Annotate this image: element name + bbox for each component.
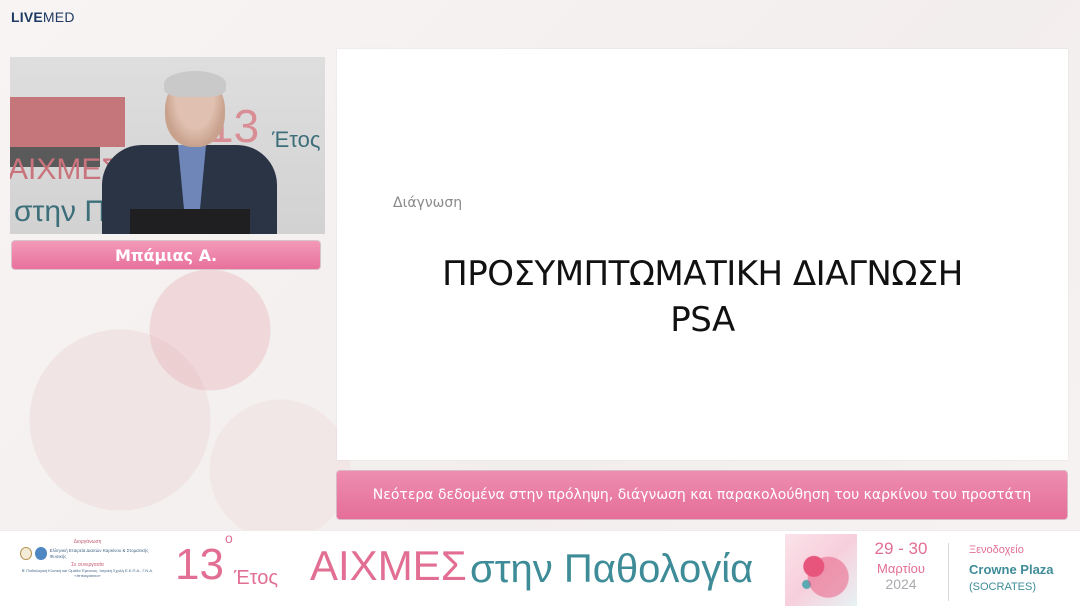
banner-stin-pathologia: στην Παθολογία xyxy=(470,547,754,591)
talk-caption: Νεότερα δεδομένα στην πρόληψη, διάγνωση … xyxy=(372,487,1032,503)
banner-artwork xyxy=(785,534,857,606)
organizer-row: Ελληνική Εταιρεία Διαιτών Καρκίνου & Στο… xyxy=(20,547,155,560)
banner-days: 29 - 30 xyxy=(874,539,928,558)
venue-label: Ξενοδοχείο xyxy=(969,544,1024,556)
venue-sub: (SOCRATES) xyxy=(969,581,1037,593)
logo-med: MED xyxy=(42,9,75,25)
banner-degree: ο xyxy=(224,530,233,547)
speaker-video: 13 Έτος ΑΙΧΜΕΣ στην Π xyxy=(10,57,325,234)
organizer-name: Ελληνική Εταιρεία Διαιτών Καρκίνου & Στο… xyxy=(49,548,149,559)
banner-divider xyxy=(948,543,949,601)
organizers-block: Διοργάνωση Ελληνική Εταιρεία Διαιτών Καρ… xyxy=(20,539,155,605)
slide-title-line2: PSA xyxy=(670,300,735,340)
organizer-logo-icon xyxy=(34,547,47,560)
presentation-slide: Διάγνωση ΠΡΟΣΥΜΠΤΩΜΑΤΙΚΗ ΔΙΑΓΝΩΣΗ PSA xyxy=(337,49,1068,460)
speaker-name-bar: Μπάμιας Α. xyxy=(11,240,321,270)
banner-year: 2024 xyxy=(885,576,917,592)
speaker-name: Μπάμιας Α. xyxy=(114,245,218,265)
livemed-logo: LIVEMED xyxy=(11,9,75,25)
logo-live: LIVE xyxy=(11,9,43,25)
talk-caption-bar: Νεότερα δεδομένα στην πρόληψη, διάγνωση … xyxy=(336,470,1068,520)
banner-aixmes: ΑΙΧΜΕΣ xyxy=(310,542,467,589)
organizer-label: Διοργάνωση xyxy=(73,539,102,545)
backdrop-stin: στην Π xyxy=(14,195,107,228)
collab-name: Β' Παθολογική Κλινική και Ομάδα Έρευνας,… xyxy=(21,568,154,578)
slide-title: ΠΡΟΣΥΜΠΤΩΜΑΤΙΚΗ ΔΙΑΓΝΩΣΗ PSA xyxy=(337,251,1068,343)
organizer-seal-icon xyxy=(20,547,32,560)
banner-number-value: 13 xyxy=(175,540,224,589)
slide-section-label: Διάγνωση xyxy=(393,195,463,211)
banner-month: Μαρτίου xyxy=(877,561,925,576)
banner-venue: Ξενοδοχείο Crowne Plaza (SOCRATES) xyxy=(969,544,1079,593)
event-banner: Διοργάνωση Ελληνική Εταιρεία Διαιτών Καρ… xyxy=(0,530,1080,608)
banner-dates: 29 - 30 Μαρτίου 2024 xyxy=(866,539,936,592)
venue-name: Crowne Plaza xyxy=(969,562,1054,577)
slide-title-line1: ΠΡΟΣΥΜΠΤΩΜΑΤΙΚΗ ΔΙΑΓΝΩΣΗ xyxy=(442,254,963,294)
stage-backdrop-panel xyxy=(10,97,125,147)
backdrop-etos: Έτος xyxy=(272,127,321,152)
podium xyxy=(130,209,250,234)
banner-etos: Έτος xyxy=(234,567,279,589)
banner-number: 13ο xyxy=(175,531,233,589)
speaker-hair xyxy=(164,71,226,97)
